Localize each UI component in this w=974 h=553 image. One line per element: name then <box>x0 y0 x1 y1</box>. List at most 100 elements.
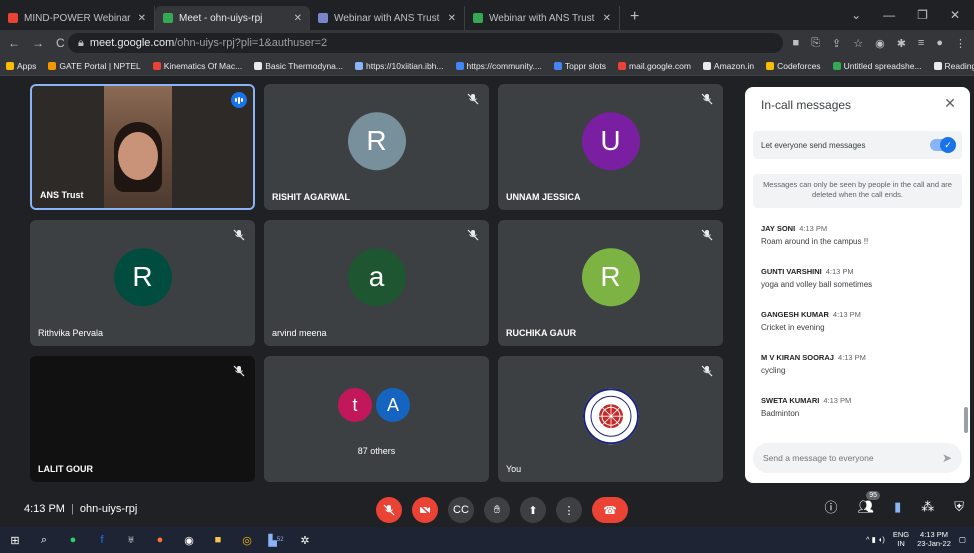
mic-off-icon <box>233 364 245 377</box>
close-tab-icon[interactable]: ✕ <box>448 13 456 24</box>
bookmark-label: https://community.... <box>466 60 542 71</box>
host-controls-icon[interactable]: ⛨ <box>954 499 964 515</box>
camera-icon[interactable]: ■ <box>793 37 800 50</box>
close-window-button[interactable]: ✕ <box>950 8 960 22</box>
maximize-button[interactable]: ❐ <box>917 8 928 22</box>
facebook-icon[interactable]: f <box>95 533 109 547</box>
mic-toggle-button[interactable] <box>376 497 402 523</box>
bookmark-item[interactable]: https://10xiitian.ibh... <box>355 61 444 71</box>
reload-icon[interactable]: C <box>56 36 65 50</box>
participant-tile-ans-trust[interactable]: ANS Trust <box>30 84 255 210</box>
chat-icon[interactable]: ▮ <box>894 499 901 515</box>
windows-start-icon[interactable]: ⊞ <box>8 533 22 547</box>
bookmark-favicon-icon <box>355 61 363 70</box>
participant-tile[interactable]: R RUCHIKA GAUR <box>498 220 723 346</box>
more-options-button[interactable]: ⋮ <box>556 497 582 523</box>
search-icon[interactable]: ⌕ <box>37 533 51 547</box>
tab-favicon-icon <box>473 13 483 23</box>
bookmark-item[interactable]: mail.google.com <box>618 61 691 71</box>
omnibox[interactable]: 🔒︎ meet.google.com/ohn-uiys-rpj?pli=1&au… <box>68 33 783 53</box>
bookmark-item[interactable]: Toppr slots <box>553 61 606 71</box>
chat-message: GUNTI VARSHINI 4:13 PM yoga and volley bal… <box>761 267 956 310</box>
message-list: JAY SONI 4:13 PM Roam around in the campus… <box>761 224 956 439</box>
people-button[interactable]: 👥︎ 95 <box>858 490 881 515</box>
self-tile[interactable]: You <box>498 356 723 482</box>
clock[interactable]: 4:13 PM 23-Jan-22 <box>917 530 951 548</box>
message-sender: M V KIRAN SOORAJ <box>761 353 834 362</box>
bookmark-favicon-icon <box>254 61 263 70</box>
message-input[interactable] <box>763 453 942 463</box>
participant-avatar: R <box>113 248 172 307</box>
participant-tile[interactable]: a arvind meena <box>264 220 489 346</box>
bookmark-item[interactable]: Apps <box>6 61 36 71</box>
meeting-info-icon[interactable]: ⓘ <box>825 497 838 516</box>
extension-icon[interactable]: ◉ <box>875 37 885 50</box>
bookmark-label: Apps <box>17 60 37 71</box>
captions-button[interactable]: CC <box>448 497 474 523</box>
translate-icon[interactable]: ⎘ <box>811 37 820 50</box>
close-tab-icon[interactable]: ✕ <box>603 13 611 24</box>
settings-icon[interactable]: ✲ <box>298 533 312 547</box>
others-tile[interactable]: t A 87 others <box>264 356 489 482</box>
bookmark-item[interactable]: Basic Thermodyna... <box>254 61 343 71</box>
raise-hand-button[interactable]: ✋︎ <box>484 497 510 523</box>
firefox-icon[interactable]: ● <box>153 533 167 547</box>
camera-toggle-button[interactable] <box>412 497 438 523</box>
bookmark-item[interactable]: GATE Portal | NPTEL <box>48 61 141 71</box>
browser-tab[interactable]: Webinar with ANS Trust (Respon ✕ <box>465 6 620 30</box>
send-icon[interactable]: ➤ <box>942 451 952 465</box>
tray-icons[interactable]: ^ ▮ ◖) <box>866 535 885 544</box>
close-panel-button[interactable]: ✕ <box>940 95 960 115</box>
share-icon[interactable]: ⇪ <box>832 37 841 50</box>
activities-icon[interactable]: ⁂ <box>921 499 934 515</box>
leave-call-button[interactable]: ☎︎ <box>592 497 628 523</box>
back-icon[interactable]: ← <box>8 36 20 50</box>
participant-tile[interactable]: LALIT GOUR <box>30 356 255 482</box>
notifications-icon[interactable]: ▢ <box>959 535 966 544</box>
bookmark-star-icon[interactable]: ☆ <box>853 37 863 50</box>
participant-tile[interactable]: R Rithvika Pervala <box>30 220 255 346</box>
tab-search-icon[interactable]: ⌄ <box>851 8 861 22</box>
mic-off-icon <box>701 92 713 105</box>
app-icon[interactable]: ♅ <box>124 533 138 547</box>
close-tab-icon[interactable]: ✕ <box>294 13 302 24</box>
browser-tab[interactable]: Meet - ohn-uiys-rpj ✕ <box>155 6 310 30</box>
app-icon[interactable]: ◉ <box>182 533 196 547</box>
chat-message: M V KIRAN SOORAJ 4:13 PM cycling <box>761 353 956 396</box>
app-icon-badge[interactable]: ▙ 52 <box>268 533 283 547</box>
file-explorer-icon[interactable]: ■ <box>211 533 225 547</box>
speaking-indicator-icon <box>231 92 247 108</box>
tab-title: MIND-POWER Webinar with ANS <box>24 12 132 24</box>
allow-messages-toggle[interactable]: ✓ <box>930 137 956 153</box>
bookmark-item[interactable]: https://community.... <box>455 60 542 71</box>
bookmark-item[interactable]: Reading list <box>933 61 974 71</box>
bookmark-favicon-icon <box>832 61 841 70</box>
whatsapp-icon[interactable]: ● <box>66 533 80 547</box>
bookmark-label: Amazon.in <box>713 60 755 71</box>
bookmark-item[interactable]: Untitled spreadshe... <box>832 60 922 71</box>
chat-scrollbar[interactable] <box>964 407 968 433</box>
bookmark-label: Untitled spreadshe... <box>843 60 922 71</box>
present-screen-button[interactable]: ⬆ <box>520 497 546 523</box>
minimize-button[interactable]: — <box>883 8 895 22</box>
participant-name: UNNAM JESSICA <box>506 192 581 202</box>
puzzle-icon[interactable]: ✱ <box>897 37 906 50</box>
profile-avatar[interactable]: ● <box>936 37 943 50</box>
message-input-box[interactable]: ➤ <box>753 443 962 473</box>
language-indicator[interactable]: ENG IN <box>893 530 909 548</box>
browser-tab[interactable]: Webinar with ANS Trust - Googl ✕ <box>310 6 465 30</box>
menu-icon[interactable]: ⋮ <box>955 37 966 50</box>
participant-tile[interactable]: R RISHIT AGARWAL <box>264 84 489 210</box>
mic-off-icon <box>467 92 479 105</box>
bookmark-item[interactable]: Amazon.in <box>702 60 755 71</box>
participant-tile[interactable]: U UNNAM JESSICA <box>498 84 723 210</box>
others-count-label: 87 others <box>357 446 396 456</box>
new-tab-button[interactable]: + <box>620 6 649 30</box>
chrome-icon[interactable]: ◎ <box>240 533 254 547</box>
browser-tab[interactable]: MIND-POWER Webinar with ANS ✕ <box>0 6 155 30</box>
forward-icon[interactable]: → <box>32 36 44 50</box>
close-tab-icon[interactable]: ✕ <box>138 13 146 24</box>
bookmark-item[interactable]: Codeforces <box>766 61 821 71</box>
bookmark-item[interactable]: Kinematics Of Mac... <box>152 61 242 71</box>
reading-list-icon[interactable]: ≡ <box>918 37 924 50</box>
